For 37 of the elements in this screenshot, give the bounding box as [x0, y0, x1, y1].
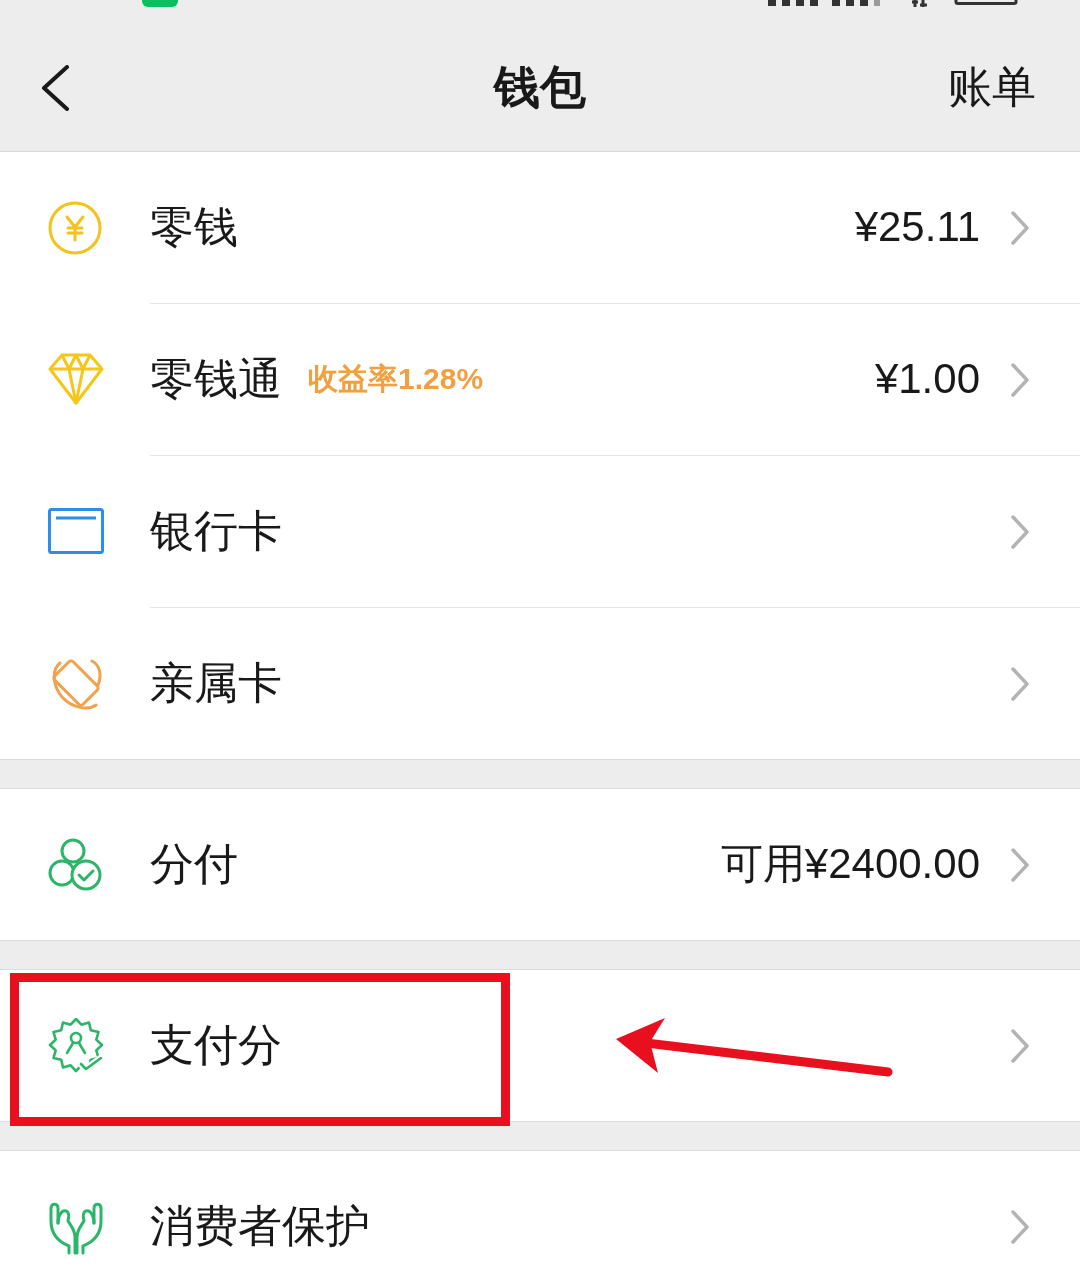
list-item[interactable]: 零钱 ¥25.11	[0, 152, 1080, 303]
card-icon	[48, 508, 104, 554]
list-item[interactable]: 银行卡	[0, 455, 1080, 607]
chevron-right-icon	[1010, 361, 1030, 398]
signal-icon	[768, 0, 880, 6]
bills-button[interactable]: 账单	[948, 61, 1036, 114]
chevron-right-icon	[1010, 665, 1030, 702]
back-icon[interactable]	[40, 64, 70, 111]
item-value: ¥25.11	[854, 202, 980, 253]
item-value: ¥1.00	[874, 354, 980, 405]
item-label: 支付分	[150, 1019, 282, 1072]
notification-icon	[142, 0, 178, 7]
list-item[interactable]: 分付 可用¥2400.00	[0, 789, 1080, 940]
yuan-coin-icon	[48, 200, 102, 255]
network-activity-icon	[912, 0, 928, 8]
list-item[interactable]: 零钱通 收益率1.28% ¥1.00	[0, 303, 1080, 455]
list-item[interactable]: 亲属卡	[0, 607, 1080, 759]
chevron-right-icon	[1010, 209, 1030, 246]
circles-check-icon	[48, 836, 104, 893]
list-item[interactable]: 消费者保护	[0, 1151, 1080, 1276]
page-title: 钱包	[494, 59, 586, 115]
list-item[interactable]: 支付分	[0, 970, 1080, 1121]
yield-rate-label: 收益率1.28%	[308, 361, 484, 397]
chevron-right-icon	[1010, 513, 1030, 550]
battery-icon	[954, 0, 1018, 5]
item-label: 零钱通	[150, 353, 282, 406]
diamond-icon	[48, 352, 104, 406]
item-value: 可用¥2400.00	[720, 839, 980, 890]
badge-person-icon	[48, 1017, 104, 1074]
chevron-right-icon	[1010, 846, 1030, 883]
item-label: 消费者保护	[150, 1200, 370, 1253]
item-label: 亲属卡	[150, 657, 282, 710]
item-label: 分付	[150, 838, 238, 891]
item-label: 银行卡	[150, 505, 282, 558]
item-label: 零钱	[150, 201, 238, 254]
chevron-right-icon	[1010, 1208, 1030, 1245]
chevron-right-icon	[1010, 1027, 1030, 1064]
